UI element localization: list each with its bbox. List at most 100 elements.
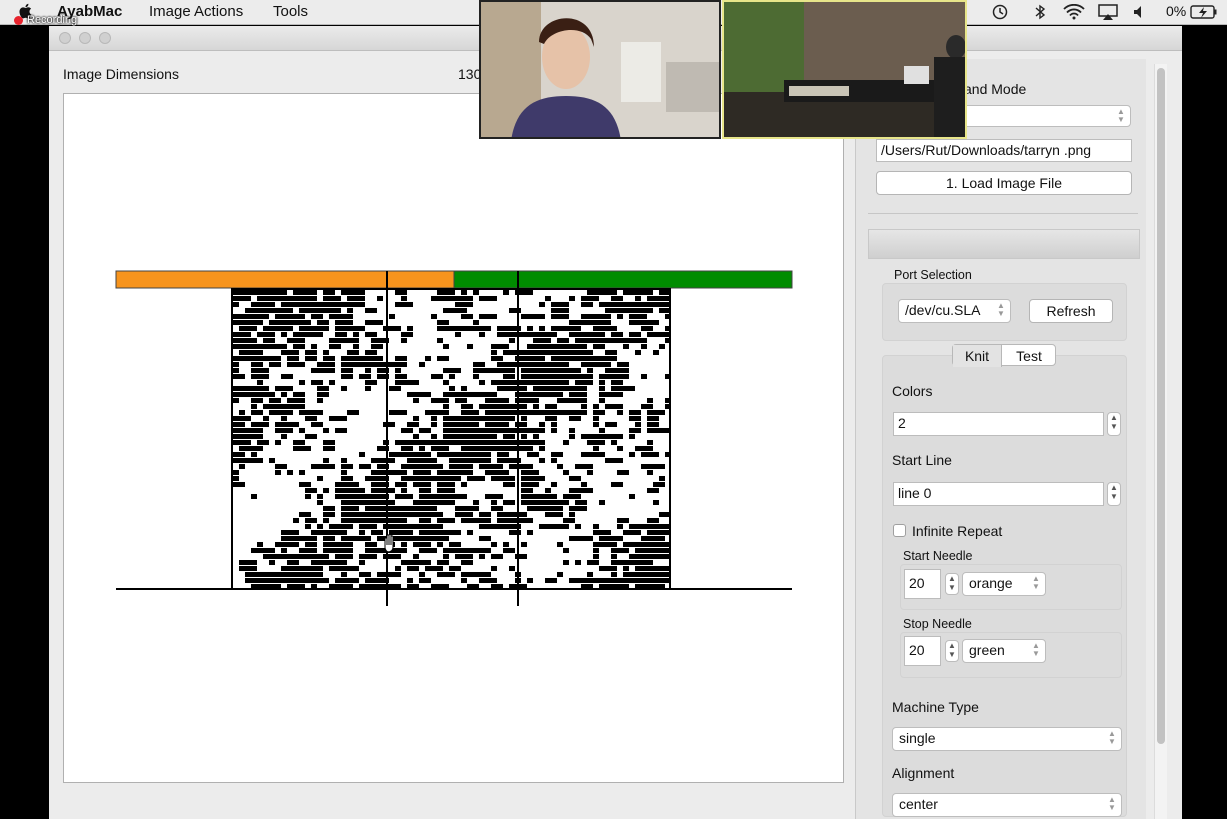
minimize-window-button[interactable] bbox=[79, 32, 91, 44]
pattern-cell bbox=[287, 308, 293, 313]
pattern-cell bbox=[653, 302, 659, 307]
port-select[interactable]: /dev/cu.SLA ▲ ▼ bbox=[898, 299, 1011, 323]
pattern-cell bbox=[425, 356, 431, 361]
pattern-cell bbox=[323, 536, 329, 541]
close-window-button[interactable] bbox=[59, 32, 71, 44]
scrollbar-thumb[interactable] bbox=[1157, 68, 1165, 744]
pattern-cell bbox=[431, 440, 437, 445]
pattern-cell bbox=[407, 380, 419, 385]
pattern-cell bbox=[281, 290, 287, 295]
pattern-cell bbox=[389, 488, 395, 493]
pattern-cell bbox=[341, 386, 347, 391]
pattern-cell bbox=[527, 530, 533, 535]
pattern-cell bbox=[515, 554, 527, 559]
pattern-cell bbox=[533, 350, 539, 355]
pattern-cell bbox=[263, 422, 269, 427]
stop-needle-field[interactable]: 20 bbox=[904, 636, 941, 666]
colors-stepper[interactable]: ▲ ▼ bbox=[1107, 412, 1121, 436]
pattern-cell bbox=[299, 290, 311, 295]
alignment-select[interactable]: center ▲ ▼ bbox=[892, 793, 1122, 817]
pattern-cell bbox=[581, 374, 587, 379]
sidebar-scrollbar[interactable] bbox=[1154, 64, 1167, 819]
start-needle-color-select[interactable]: orange ▲ ▼ bbox=[962, 572, 1046, 596]
pattern-cell bbox=[557, 398, 569, 403]
pattern-cell bbox=[425, 452, 431, 457]
start-line-stepper[interactable]: ▲ ▼ bbox=[1107, 482, 1121, 506]
menu-image-actions[interactable]: Image Actions bbox=[149, 3, 243, 20]
start-needle-field[interactable]: 20 bbox=[904, 569, 941, 599]
refresh-button[interactable]: Refresh bbox=[1029, 299, 1113, 323]
pattern-cell bbox=[425, 530, 437, 535]
pattern-cell bbox=[251, 290, 263, 295]
app-name-menu[interactable]: AyabMac bbox=[57, 3, 122, 20]
pattern-cell bbox=[395, 362, 407, 367]
pattern-cell bbox=[485, 422, 491, 427]
start-line-field[interactable]: line 0 bbox=[893, 482, 1104, 506]
infinite-repeat-label: Infinite Repeat bbox=[912, 523, 1003, 539]
pattern-cell bbox=[527, 506, 539, 511]
pattern-cell bbox=[269, 410, 275, 415]
infinite-repeat-checkbox[interactable] bbox=[893, 524, 906, 537]
pattern-cell bbox=[641, 344, 647, 349]
battery-icon[interactable] bbox=[1190, 4, 1218, 20]
pattern-cell bbox=[455, 332, 461, 337]
volume-icon[interactable] bbox=[1131, 4, 1149, 20]
pattern-cell bbox=[551, 404, 557, 409]
pattern-cell bbox=[521, 488, 533, 493]
pattern-cell bbox=[539, 446, 545, 451]
pattern-cell bbox=[401, 476, 407, 481]
pattern-cell bbox=[437, 560, 449, 565]
machine-type-select[interactable]: single ▲ ▼ bbox=[892, 727, 1122, 751]
pattern-cell bbox=[443, 416, 449, 421]
pattern-cell bbox=[323, 350, 329, 355]
pattern-cell bbox=[587, 488, 593, 493]
pattern-cell bbox=[347, 314, 353, 319]
pattern-cell bbox=[257, 428, 263, 433]
tab-knit[interactable]: Knit bbox=[953, 345, 1002, 367]
pattern-cell bbox=[617, 446, 623, 451]
pattern-cell bbox=[407, 326, 413, 331]
stop-needle-stepper[interactable]: ▲ ▼ bbox=[945, 640, 959, 662]
pattern-cell bbox=[605, 578, 617, 583]
pattern-cell bbox=[527, 470, 539, 475]
image-canvas[interactable] bbox=[63, 93, 844, 783]
pattern-cell bbox=[545, 512, 557, 517]
pattern-cell bbox=[515, 512, 527, 517]
load-image-file-button[interactable]: 1. Load Image File bbox=[876, 171, 1132, 195]
video-tile-participant-1[interactable] bbox=[479, 0, 721, 139]
pattern-cell bbox=[449, 392, 455, 397]
pattern-cell bbox=[449, 482, 455, 487]
pattern-cell bbox=[455, 326, 461, 331]
pattern-cell bbox=[617, 338, 623, 343]
colors-field[interactable]: 2 bbox=[893, 412, 1104, 436]
bluetooth-icon[interactable] bbox=[1031, 4, 1049, 20]
time-machine-icon[interactable] bbox=[991, 4, 1009, 20]
stop-needle-color-select[interactable]: green ▲ ▼ bbox=[962, 639, 1046, 663]
pattern-cell bbox=[341, 512, 347, 517]
pattern-cell bbox=[347, 512, 353, 517]
pattern-cell bbox=[503, 500, 515, 505]
start-needle-stepper[interactable]: ▲ ▼ bbox=[945, 573, 959, 595]
pattern-cell bbox=[497, 404, 503, 409]
airplay-icon[interactable] bbox=[1097, 4, 1119, 20]
pattern-cell bbox=[467, 560, 473, 565]
pattern-cell bbox=[263, 440, 269, 445]
tab-test[interactable]: Test bbox=[1002, 345, 1056, 367]
pattern-cell bbox=[467, 446, 473, 451]
pattern-cell bbox=[641, 302, 653, 307]
pattern-cell bbox=[479, 440, 485, 445]
pattern-cell bbox=[635, 350, 641, 355]
pattern-cell bbox=[299, 314, 305, 319]
pattern-cell bbox=[251, 548, 257, 553]
pattern-cell bbox=[581, 350, 593, 355]
pattern-cell bbox=[281, 404, 287, 409]
pattern-cell bbox=[341, 578, 347, 583]
menu-tools[interactable]: Tools bbox=[273, 3, 308, 20]
zoom-window-button[interactable] bbox=[99, 32, 111, 44]
file-path-field[interactable]: /Users/Rut/Downloads/tarryn .png bbox=[876, 139, 1132, 162]
pattern-cell bbox=[557, 392, 563, 397]
video-tile-participant-2[interactable] bbox=[722, 0, 967, 139]
wifi-icon[interactable] bbox=[1063, 4, 1085, 20]
pattern-cell bbox=[293, 572, 299, 577]
pattern-cell bbox=[605, 368, 611, 373]
